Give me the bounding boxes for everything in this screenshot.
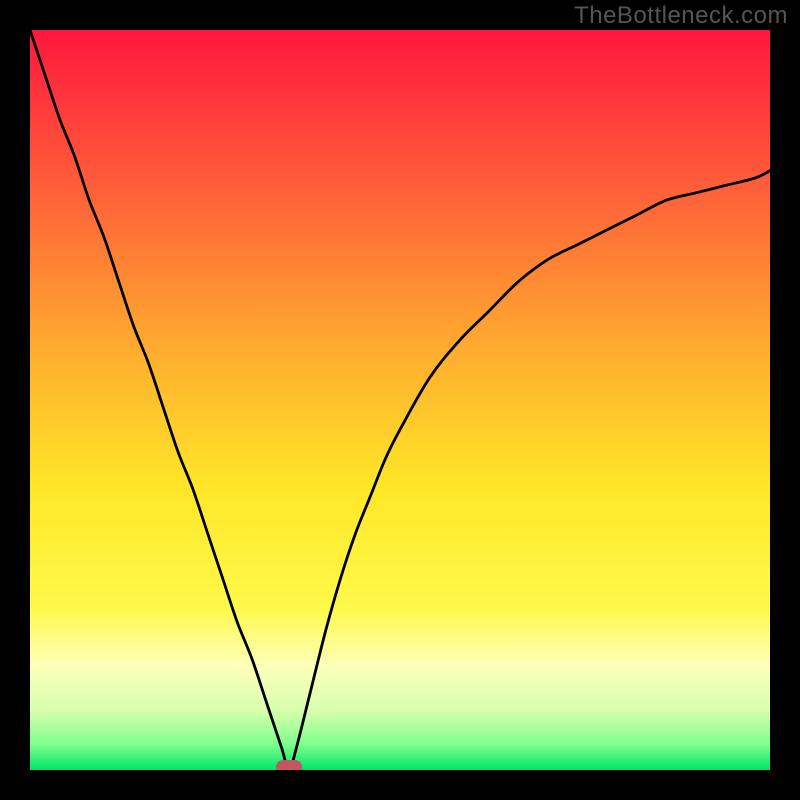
chart-frame: TheBottleneck.com xyxy=(0,0,800,800)
min-marker xyxy=(276,760,302,770)
bottleneck-curve xyxy=(30,30,770,770)
plot-area xyxy=(30,30,770,770)
watermark-text: TheBottleneck.com xyxy=(574,2,788,30)
curve-layer xyxy=(30,30,770,770)
